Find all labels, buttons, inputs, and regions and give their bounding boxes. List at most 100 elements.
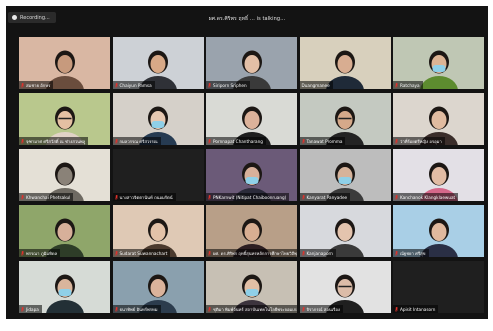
muted-microphone-icon (114, 138, 118, 144)
participant-video-feed (419, 50, 458, 89)
participant-name-text: Kanchanok Klangklaewuat (400, 194, 456, 200)
participant-video-tile[interactable]: กมลวรรณ ศรีสวรรณ (112, 93, 204, 145)
participant-name-text: ธนาทิพย์ อินทร์พรหม (119, 306, 158, 312)
participant-name-label: Chaiyun Pamsa (112, 81, 155, 89)
muted-microphone-icon (301, 194, 305, 200)
participant-video-tile[interactable]: Kanchanok Klangklaewuat (393, 149, 484, 201)
participant-name-text: PNKarnwit (Nitipat Chaiboonruang) (213, 194, 287, 200)
muted-microphone-icon (301, 138, 305, 144)
participant-name-label: Ratchaya (393, 81, 423, 89)
participant-video-tile[interactable]: ผศ. ดร.ศิริพร ฤทธิ์สุนทรหลักการศึกษาไทยว… (206, 205, 297, 257)
participant-name-label: Kanchanok Klangklaewuat (393, 193, 459, 201)
active-speaker-banner: ผศ.ดร.ศิริพร ฤทธิ์ ... is talking... (208, 16, 286, 22)
participant-video-tile[interactable]: จุฑามาศ ศรีสวัสดิ์ ณ ช่างสวนพลู (19, 93, 110, 145)
muted-microphone-icon (395, 306, 398, 312)
muted-microphone-icon (21, 250, 24, 256)
muted-microphone-icon (21, 138, 24, 144)
muted-microphone-icon (301, 306, 305, 312)
muted-microphone-icon (395, 194, 398, 200)
participant-name-text: พรรณา ภูมิมหิดล (26, 250, 58, 256)
participant-video-tile[interactable]: Chaiyun Pamsa (112, 37, 204, 89)
participant-name-label: ณัฐชยา ศรีสุข (393, 249, 429, 257)
participant-name-label: จุฑามาศ ศรีสวัสดิ์ ณ ช่างสวนพลู (19, 137, 89, 145)
participant-name-label: สมชาย อักษร (19, 81, 54, 89)
participant-name-text: Kanjanaporn (306, 250, 333, 256)
participant-name-label: พรรณา ภูมิมหิดล (19, 249, 61, 257)
participant-video-tile[interactable]: Tanawat Promma (299, 93, 391, 145)
participant-video-tile[interactable]: สมชาย อักษร (19, 37, 110, 89)
participant-name-label: นางสาวจิตตานันท์ ถนอมรัตน์ (112, 193, 176, 201)
muted-microphone-icon (395, 138, 398, 144)
participant-name-label: Pornnapat Chantharang (206, 137, 266, 145)
participant-video-tile[interactable]: พรรณา ภูมิมหิดล (19, 205, 110, 257)
participant-name-text: Jidapa (26, 306, 39, 312)
participant-name-label: PNKarnwit (Nitipat Chaiboonruang) (206, 193, 290, 201)
participant-video-tile[interactable]: นางสาวจิตตานันท์ ถนอมรัตน์ (112, 149, 204, 201)
participant-name-text: Tanawat Promma (306, 138, 343, 144)
gallery-grid: สมชาย อักษร Chaiyun Pamsa Siriporn Sriphen… (19, 37, 484, 315)
muted-microphone-icon (208, 82, 211, 88)
participant-name-text: Siriporn Sriphen (213, 82, 247, 88)
participant-name-label: ว่าที่ร้อยตรีหญิง อรอุมา (393, 137, 445, 145)
participant-name-label: Apisit Intanasorn (393, 305, 439, 313)
participant-name-text: Chaiyun Pamsa (119, 82, 152, 88)
muted-microphone-icon (21, 194, 24, 200)
participant-video-tile[interactable]: Kanjanaporn (299, 205, 391, 257)
participant-name-text: Khwanchai Phetsakul (26, 194, 71, 200)
participant-name-text: Ratchaya (400, 82, 420, 88)
participant-video-tile[interactable]: Jidapa (19, 261, 110, 313)
participant-name-label: Khwanchai Phetsakul (19, 193, 74, 201)
participant-video-tile[interactable]: ชุติมา พิมพ์จันทร์ สถาบันเทคโนโลยีพระจอม… (206, 261, 297, 313)
participant-name-text: ผศ. ดร.ศิริพร ฤทธิ์สุนทรหลักการศึกษาไทยว… (213, 250, 297, 256)
participant-video-tile[interactable]: Kanyarat Panyadee (299, 149, 391, 201)
participant-name-text: ชุติมา พิมพ์จันทร์ สถาบันเทคโนโลยีพระจอม… (213, 306, 297, 312)
participant-name-label: Jidapa (19, 305, 42, 313)
participant-video-tile[interactable]: PNKarnwit (Nitipat Chaiboonruang) (206, 149, 297, 201)
participant-video-tile[interactable]: ว่าที่ร้อยตรีหญิง อรอุมา (393, 93, 484, 145)
participant-video-tile[interactable]: ณัฐชยา ศรีสุข (393, 205, 484, 257)
participant-name-label: Kanjanaporn (299, 249, 336, 257)
participant-name-text: จุฑามาศ ศรีสวัสดิ์ ณ ช่างสวนพลู (26, 138, 86, 144)
participant-name-text: ณัฐชยา ศรีสุข (400, 250, 426, 256)
participant-name-text: Sudarat Suwannachart (119, 250, 168, 256)
participant-name-text: จิราภรณ์ สอนเรือง (306, 306, 340, 312)
participant-video-tile[interactable]: จิราภรณ์ สอนเรือง (299, 261, 391, 313)
muted-microphone-icon (21, 82, 24, 88)
participant-video-tile[interactable]: Siriporn Sriphen (206, 37, 297, 89)
participant-name-label: Duangmanee (299, 81, 333, 89)
participant-name-text: ว่าที่ร้อยตรีหญิง อรอุมา (400, 138, 442, 144)
participant-name-text: Apisit Intanasorn (400, 306, 436, 312)
participant-video-tile[interactable]: Apisit Intanasorn (393, 261, 484, 313)
muted-microphone-icon (114, 306, 118, 312)
muted-microphone-icon (301, 250, 305, 256)
muted-microphone-icon (114, 82, 118, 88)
participant-name-text: Duangmanee (301, 82, 330, 88)
muted-microphone-icon (114, 250, 118, 256)
muted-microphone-icon (208, 306, 211, 312)
participant-name-label: ผศ. ดร.ศิริพร ฤทธิ์สุนทรหลักการศึกษาไทยว… (206, 249, 297, 257)
muted-microphone-icon (208, 194, 211, 200)
participant-video-tile[interactable]: Pornnapat Chantharang (206, 93, 297, 145)
participant-video-tile[interactable]: Khwanchai Phetsakul (19, 149, 110, 201)
participant-name-text: นางสาวจิตตานันท์ ถนอมรัตน์ (119, 194, 173, 200)
participant-video-tile[interactable]: ธนาทิพย์ อินทร์พรหม (112, 261, 204, 313)
participant-name-text: กมลวรรณ ศรีสวรรณ (119, 138, 158, 144)
muted-microphone-icon (208, 250, 211, 256)
participant-video-feed (45, 274, 84, 313)
participant-name-label: Siriporn Sriphen (206, 81, 250, 89)
participant-video-tile[interactable]: Ratchaya (393, 37, 484, 89)
participant-name-label: ธนาทิพย์ อินทร์พรหม (112, 305, 161, 313)
participant-name-label: Tanawat Promma (299, 137, 346, 145)
participant-name-label: ชุติมา พิมพ์จันทร์ สถาบันเทคโนโลยีพระจอม… (206, 305, 297, 313)
participant-name-label: Sudarat Suwannachart (112, 249, 171, 257)
participant-name-label: จิราภรณ์ สอนเรือง (299, 305, 343, 313)
participant-name-text: สมชาย อักษร (26, 82, 51, 88)
participant-name-label: กมลวรรณ ศรีสวรรณ (112, 137, 161, 145)
muted-microphone-icon (395, 250, 398, 256)
participant-name-text: Kanyarat Panyadee (306, 194, 348, 200)
muted-microphone-icon (395, 82, 398, 88)
participant-video-tile[interactable]: Duangmanee (299, 37, 391, 89)
participant-video-tile[interactable]: Sudarat Suwannachart (112, 205, 204, 257)
muted-microphone-icon (21, 306, 24, 312)
muted-microphone-icon (114, 194, 118, 200)
